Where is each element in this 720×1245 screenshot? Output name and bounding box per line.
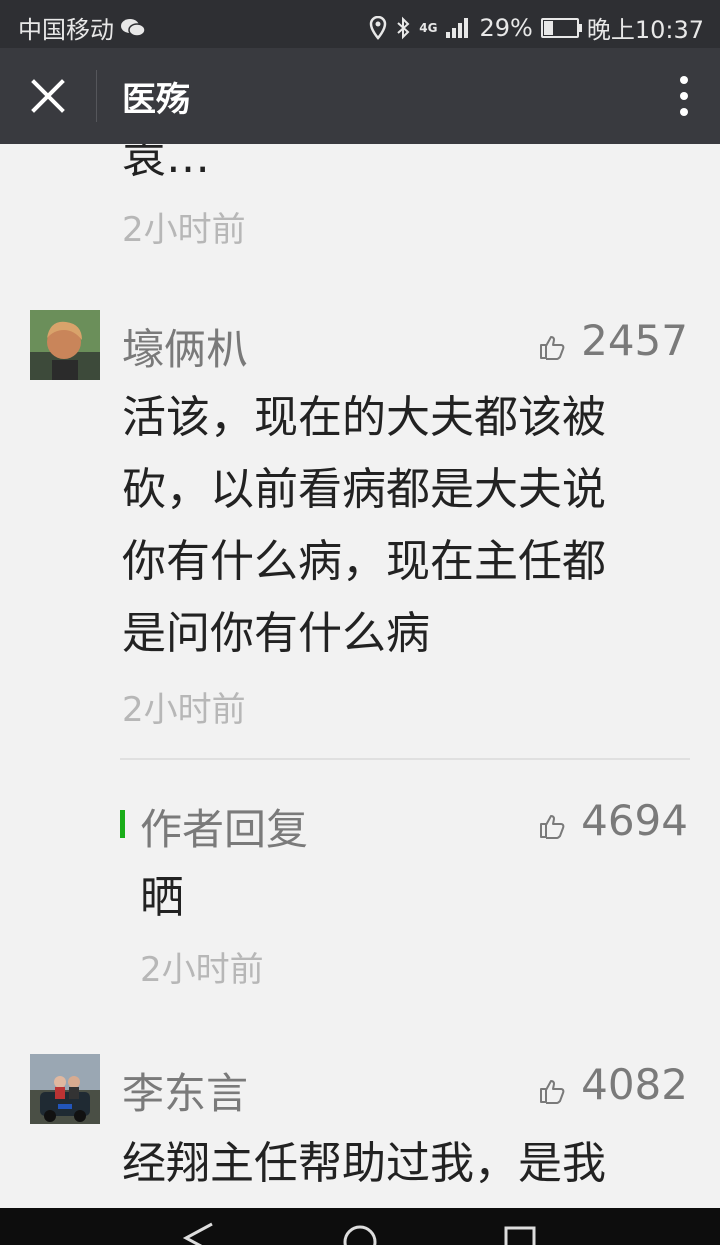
title-divider xyxy=(96,70,97,122)
network-type: 4G xyxy=(419,20,438,35)
like-count: 2457 xyxy=(581,316,688,365)
like-count: 4694 xyxy=(581,796,688,845)
page-title: 医殇 xyxy=(122,80,190,120)
status-right: 4G 29% 晚上10:37 xyxy=(369,10,704,45)
thumbs-up-icon[interactable] xyxy=(538,1077,566,1105)
clock: 晚上10:37 xyxy=(586,16,704,44)
location-icon xyxy=(370,15,387,40)
avatar[interactable] xyxy=(30,310,100,380)
more-button[interactable] xyxy=(676,74,692,118)
comment-time: 2小时前 xyxy=(122,210,246,250)
reply-text: 晒 xyxy=(140,872,184,923)
comment-line: 砍，以前看病都是大夫说 xyxy=(122,464,606,515)
like-count: 4082 xyxy=(581,1060,688,1109)
home-nav-icon[interactable] xyxy=(342,1224,378,1245)
reply-marker xyxy=(120,810,125,838)
avatar-image xyxy=(30,310,100,380)
comment-line: 经翔主任帮助过我，是我 xyxy=(122,1138,606,1189)
navigation-bar xyxy=(0,1208,720,1245)
recents-nav-icon[interactable] xyxy=(504,1226,536,1245)
bluetooth-icon xyxy=(397,16,410,39)
comment-line: 活该，现在的大夫都该被 xyxy=(122,392,606,443)
comment-text: 袁… xyxy=(122,144,210,183)
close-icon xyxy=(31,79,65,113)
comment-time: 2小时前 xyxy=(122,690,246,730)
comment-line: 你有什么病，现在主任都 xyxy=(122,536,606,587)
wechat-icon xyxy=(121,18,146,37)
comment-author[interactable]: 壕俩朳 xyxy=(122,316,248,377)
back-nav-icon[interactable] xyxy=(182,1222,216,1245)
close-button[interactable] xyxy=(26,74,70,118)
battery-fill xyxy=(543,20,553,35)
battery-icon xyxy=(540,17,582,38)
signal-icon xyxy=(446,17,469,38)
status-bar: 中国移动 4G 29% 晚上10:37 xyxy=(0,0,720,48)
comment-author[interactable]: 李东言 xyxy=(122,1060,248,1121)
reply-divider xyxy=(120,758,690,760)
comment-line: 是问你有什么病 xyxy=(122,608,430,659)
reply-label: 作者回复 xyxy=(140,805,309,854)
avatar[interactable] xyxy=(30,1054,100,1124)
thumbs-up-icon[interactable] xyxy=(538,812,566,840)
battery-percent: 29% xyxy=(479,13,533,42)
thumbs-up-icon[interactable] xyxy=(538,333,566,361)
title-bar: 医殇 xyxy=(0,48,720,144)
avatar-image xyxy=(30,1054,100,1124)
more-vertical-icon xyxy=(680,76,688,116)
reply-time: 2小时前 xyxy=(140,950,264,990)
status-left: 中国移动 xyxy=(18,10,146,45)
comments-list[interactable]: 袁… 2小时前 壕俩朳 2457 活该，现在的大夫都该被 砍，以前看病都是大夫说… xyxy=(0,144,720,1208)
carrier-label: 中国移动 xyxy=(18,16,114,44)
